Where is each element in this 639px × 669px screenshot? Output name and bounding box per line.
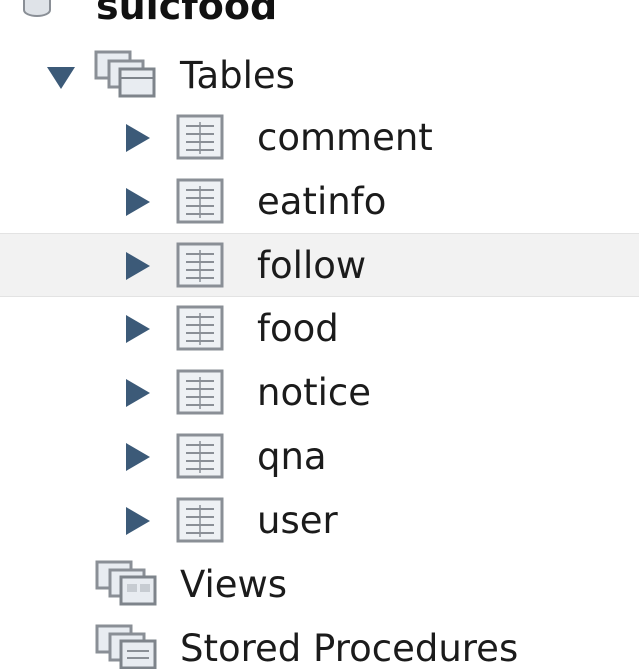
table-label: follow bbox=[257, 244, 367, 287]
table-item-user[interactable]: user bbox=[0, 489, 639, 553]
collapsed-arrow-icon[interactable] bbox=[122, 122, 154, 154]
collapsed-arrow-icon[interactable] bbox=[122, 377, 154, 409]
table-icon bbox=[176, 178, 224, 224]
table-item-food[interactable]: food bbox=[0, 297, 639, 361]
table-label: user bbox=[257, 499, 338, 542]
table-item-follow[interactable]: follow bbox=[0, 233, 639, 297]
collapsed-arrow-icon[interactable] bbox=[122, 186, 154, 218]
tables-folder-icon bbox=[94, 50, 156, 98]
table-item-notice[interactable]: notice bbox=[0, 361, 639, 425]
schema-row[interactable]: sulcfood bbox=[0, 0, 639, 42]
tree-node-stored-procedures[interactable]: Stored Procedures bbox=[0, 617, 639, 669]
table-label: food bbox=[257, 307, 339, 350]
table-icon bbox=[176, 242, 224, 288]
table-item-eatinfo[interactable]: eatinfo bbox=[0, 170, 639, 234]
tree-node-tables[interactable]: Tables bbox=[0, 44, 639, 108]
table-label: qna bbox=[257, 435, 327, 478]
collapsed-arrow-icon[interactable] bbox=[122, 505, 154, 537]
collapsed-arrow-icon[interactable] bbox=[122, 313, 154, 345]
table-icon bbox=[176, 497, 224, 543]
schema-navigator-tree: sulcfood Tables comment eatinfo follow f… bbox=[0, 0, 639, 669]
table-icon bbox=[176, 305, 224, 351]
table-item-comment[interactable]: comment bbox=[0, 106, 639, 170]
table-icon bbox=[176, 433, 224, 479]
table-label: notice bbox=[257, 371, 371, 414]
table-icon bbox=[176, 114, 224, 160]
table-icon bbox=[176, 369, 224, 415]
collapsed-arrow-icon[interactable] bbox=[122, 250, 154, 282]
collapsed-arrow-icon[interactable] bbox=[122, 441, 154, 473]
table-label: comment bbox=[257, 116, 433, 159]
views-folder-icon bbox=[95, 560, 157, 606]
tree-node-label: Stored Procedures bbox=[180, 627, 519, 669]
tree-node-views[interactable]: Views bbox=[0, 553, 639, 617]
table-item-qna[interactable]: qna bbox=[0, 425, 639, 489]
database-icon bbox=[23, 0, 51, 17]
schema-name: sulcfood bbox=[96, 0, 278, 28]
expanded-arrow-icon[interactable] bbox=[45, 61, 77, 93]
tree-node-label: Tables bbox=[180, 54, 295, 97]
tree-node-label: Views bbox=[180, 563, 288, 606]
procedures-folder-icon bbox=[95, 624, 157, 669]
table-label: eatinfo bbox=[257, 180, 387, 223]
